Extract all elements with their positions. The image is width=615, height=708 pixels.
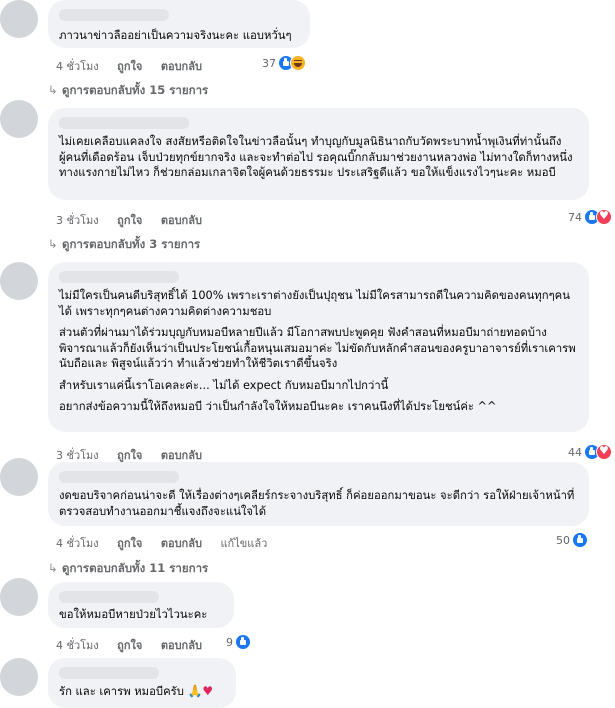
love-reaction-icon [596, 209, 612, 225]
like-button[interactable]: ถูกใจ [117, 537, 142, 550]
comment-bubble: ไม่เคยเคลือบแคลงใจ สงสัยหรือติดใจในข่าวล… [48, 108, 589, 200]
comment-timestamp[interactable]: 4 ชั่วโมง [56, 60, 99, 73]
commenter-name-redacted[interactable] [59, 9, 169, 21]
reaction-count: 74 [568, 210, 582, 224]
comment-timestamp[interactable]: 3 ชั่วโมง [56, 214, 99, 227]
haha-reaction-icon [290, 55, 306, 71]
reaction-count: 50 [556, 533, 570, 547]
comment-paragraph-text: รัก และ เคารพ หมอบีครับ [59, 685, 184, 698]
comment-paragraph: รัก และ เคารพ หมอบีครับ 🙏♥ [59, 684, 228, 700]
comment-actions: 4 ชั่วโมง ถูกใจ ตอบกลับ แก้ไขแล้ว [56, 534, 282, 550]
comment-timestamp[interactable]: 3 ชั่วโมง [56, 449, 99, 462]
reply-arrow-icon: ↳ [48, 561, 58, 575]
view-replies-link[interactable]: ↳ ดูการตอบกลับทั้ง 15 รายการ [48, 82, 208, 100]
praying-hands-emoji: 🙏 [187, 684, 203, 698]
comment-text: งดขอบริจาคก่อนน่าจะดี ให้เรื่องต่างๆเคลี… [59, 488, 581, 519]
comment-paragraph: ไม่มีใครเป็นคนดีบริสุทธิ์ได้ 100% เพราะเ… [59, 289, 570, 318]
comment-paragraph: ส่วนตัวที่ผ่านมาได้ร่วมบุญกับหมอบีหลายปี… [59, 326, 576, 370]
view-replies-label: ดูการตอบกลับทั้ง 15 รายการ [62, 83, 209, 97]
reaction-count: 37 [262, 56, 276, 70]
like-reaction-icon [572, 532, 588, 548]
reply-button[interactable]: ตอบกลับ [161, 449, 202, 462]
reply-button[interactable]: ตอบกลับ [161, 639, 202, 652]
comment-text: รัก และ เคารพ หมอบีครับ 🙏♥ [59, 684, 228, 700]
comment-paragraph: งดขอบริจาคก่อนน่าจะดี ให้เรื่องต่างๆเคลี… [59, 489, 575, 518]
commenter-name-redacted[interactable] [59, 471, 179, 483]
avatar[interactable] [0, 658, 38, 696]
reaction-summary[interactable]: 37 [262, 55, 306, 71]
comment-text: ไม่เคยเคลือบแคลงใจ สงสัยหรือติดใจในข่าวล… [59, 134, 581, 181]
love-reaction-icon [596, 444, 612, 460]
edited-label: แก้ไขแล้ว [220, 537, 268, 550]
avatar[interactable] [0, 578, 38, 616]
comment-actions: 3 ชั่วโมง ถูกใจ ตอบกลับ [56, 446, 217, 462]
comment-actions: 4 ชั่วโมง ถูกใจ ตอบกลับ [56, 636, 217, 652]
avatar[interactable] [0, 262, 38, 300]
reply-arrow-icon: ↳ [48, 237, 58, 251]
reply-button[interactable]: ตอบกลับ [161, 214, 202, 227]
comment-paragraph: สำหรับเราแค่นี้เราโอเคละค่ะ... ไม่ได้ ex… [59, 378, 389, 392]
commenter-name-redacted[interactable] [59, 117, 189, 129]
comment-text: ภาวนาข่าวลืออย่าเป็นความจริงนะคะ แอบหวั่… [59, 28, 302, 44]
commenter-name-redacted[interactable] [59, 667, 159, 679]
comment-bubble: ขอให้หมอบีหายป่วยไวไวนะคะ [48, 582, 234, 628]
reaction-summary[interactable]: 74 [568, 209, 612, 225]
like-reaction-icon [235, 634, 251, 650]
reaction-count: 9 [226, 635, 233, 649]
avatar[interactable] [0, 100, 38, 138]
reaction-summary[interactable]: 44 [568, 444, 612, 460]
reaction-summary[interactable]: 50 [556, 532, 588, 548]
view-replies-link[interactable]: ↳ ดูการตอบกลับทั้ง 3 รายการ [48, 236, 200, 254]
avatar[interactable] [0, 0, 38, 38]
like-button[interactable]: ถูกใจ [117, 449, 142, 462]
comment-bubble: รัก และ เคารพ หมอบีครับ 🙏♥ [48, 658, 236, 708]
like-button[interactable]: ถูกใจ [117, 214, 142, 227]
comment-paragraph: อยากส่งข้อความนี้ให้ถึงหมอบี ว่าเป็นกำลั… [59, 400, 497, 413]
comment-paragraph: ภาวนาข่าวลืออย่าเป็นความจริงนะคะ แอบหวั่… [59, 29, 292, 42]
comment-timestamp[interactable]: 4 ชั่วโมง [56, 639, 99, 652]
comment-bubble: งดขอบริจาคก่อนน่าจะดี ให้เรื่องต่างๆเคลี… [48, 462, 589, 526]
like-button[interactable]: ถูกใจ [117, 60, 142, 73]
comment-bubble: ไม่มีใครเป็นคนดีบริสุทธิ์ได้ 100% เพราะเ… [48, 262, 589, 432]
comment-paragraph: ขอให้หมอบีหายป่วยไวไวนะคะ [59, 608, 208, 621]
view-replies-label: ดูการตอบกลับทั้ง 11 รายการ [62, 561, 209, 575]
reply-button[interactable]: ตอบกลับ [161, 537, 202, 550]
comment-text: ไม่มีใครเป็นคนดีบริสุทธิ์ได้ 100% เพราะเ… [59, 288, 581, 415]
commenter-name-redacted[interactable] [59, 591, 159, 603]
comment-text: ขอให้หมอบีหายป่วยไวไวนะคะ [59, 607, 226, 623]
view-replies-link[interactable]: ↳ ดูการตอบกลับทั้ง 11 รายการ [48, 560, 208, 578]
like-button[interactable]: ถูกใจ [117, 639, 142, 652]
reply-button[interactable]: ตอบกลับ [161, 60, 202, 73]
avatar[interactable] [0, 458, 38, 496]
comment-bubble: ภาวนาข่าวลืออย่าเป็นความจริงนะคะ แอบหวั่… [48, 0, 310, 48]
red-heart-emoji: ♥ [202, 684, 214, 698]
comment-paragraph: ไม่เคยเคลือบแคลงใจ สงสัยหรือติดใจในข่าวล… [59, 135, 573, 179]
commenter-name-redacted[interactable] [59, 271, 179, 283]
comment-actions: 3 ชั่วโมง ถูกใจ ตอบกลับ [56, 211, 217, 227]
view-replies-label: ดูการตอบกลับทั้ง 3 รายการ [62, 237, 201, 251]
comment-actions: 4 ชั่วโมง ถูกใจ ตอบกลับ [56, 57, 217, 73]
reaction-summary[interactable]: 9 [226, 634, 251, 650]
comment-timestamp[interactable]: 4 ชั่วโมง [56, 537, 99, 550]
reaction-count: 44 [568, 445, 582, 459]
reply-arrow-icon: ↳ [48, 83, 58, 97]
